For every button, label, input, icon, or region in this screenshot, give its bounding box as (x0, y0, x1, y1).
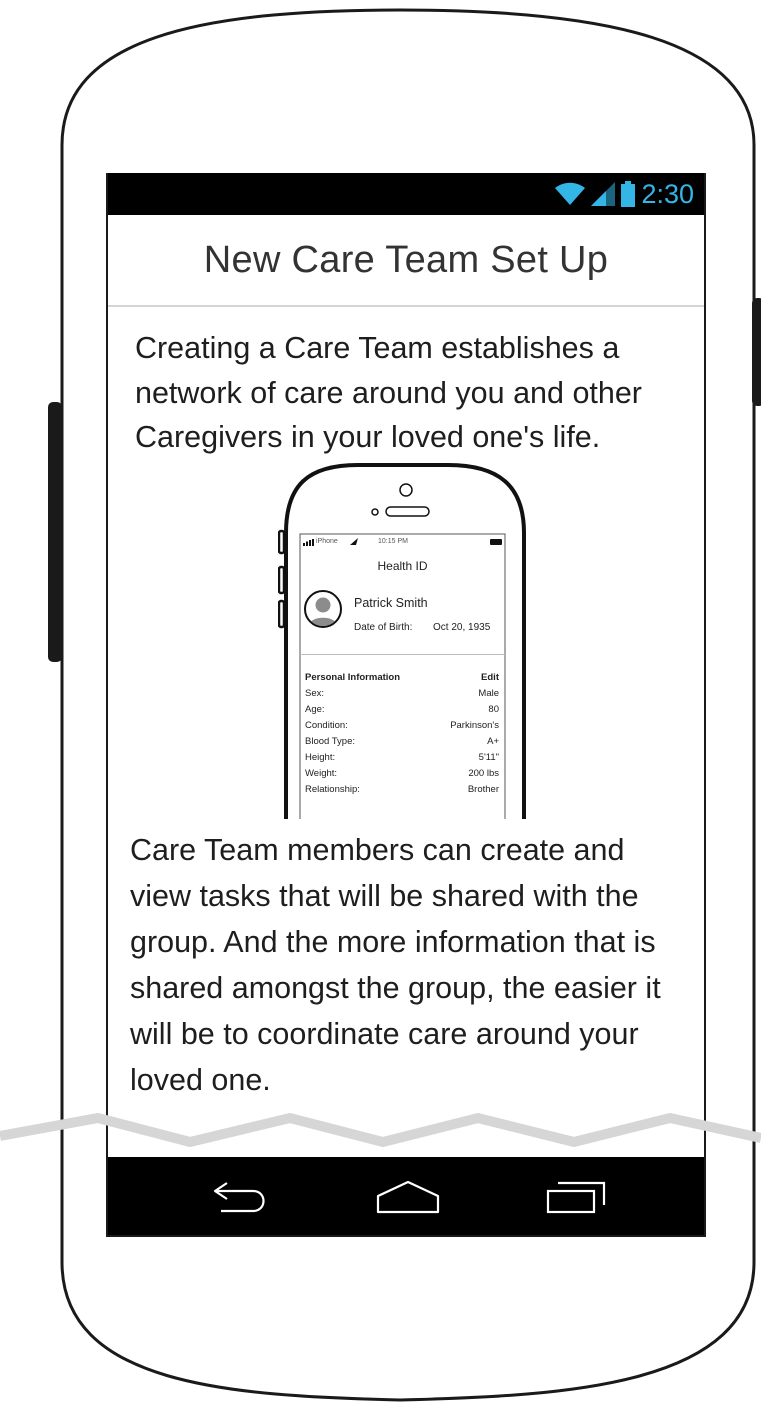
info-label: Height: (305, 752, 336, 763)
iphone-screen: iPhone 10:15 PM Health ID Patrick Smith … (300, 534, 505, 819)
personal-info-table: Personal Information Edit Sex: Male Age:… (300, 672, 505, 800)
info-value: Parkinson's (450, 720, 499, 731)
info-value: 200 lbs (468, 768, 499, 779)
info-label: Blood Type: (305, 736, 356, 747)
health-id-title: Health ID (377, 559, 428, 573)
info-row: Sex: Male (300, 688, 505, 704)
wifi-icon (350, 538, 358, 545)
sensor-dot (371, 508, 379, 516)
torn-edge-divider (0, 1112, 761, 1148)
divider (300, 654, 505, 655)
info-label: Weight: (305, 768, 338, 779)
avatar (304, 590, 342, 628)
signal-icon (591, 182, 616, 206)
front-camera (399, 483, 413, 497)
info-row: Blood Type: A+ (300, 736, 505, 752)
status-time: 2:30 (641, 179, 694, 209)
info-row: Weight: 200 lbs (300, 768, 505, 784)
dob-value: Oct 20, 1935 (433, 622, 491, 633)
earpiece (385, 506, 430, 517)
nav-bar (108, 1157, 704, 1235)
iphone-status-bar: iPhone 10:15 PM (300, 538, 505, 548)
home-icon[interactable] (375, 1179, 441, 1215)
info-label: Relationship: (305, 784, 360, 795)
info-row: Height: 5'11" (300, 752, 505, 768)
intro-text: Creating a Care Team establishes a netwo… (135, 331, 642, 454)
section-header: Personal Information Edit (300, 672, 505, 688)
info-label: Condition: (305, 720, 348, 731)
volume-button (48, 402, 62, 662)
wifi-icon (555, 182, 586, 205)
iphone-time: 10:15 PM (378, 538, 408, 545)
back-icon[interactable] (211, 1179, 269, 1215)
section-title: Personal Information (305, 672, 401, 683)
person-silhouette-icon (309, 597, 337, 626)
info-value: Brother (467, 784, 499, 795)
phone-illustration: iPhone 10:15 PM Health ID Patrick Smith … (278, 463, 528, 819)
power-button (752, 298, 761, 406)
info-row: Age: 80 (300, 704, 505, 720)
battery-icon (621, 181, 636, 207)
iphone-carrier: iPhone (316, 538, 338, 545)
patient-name: Patrick Smith (354, 596, 428, 610)
status-bar: 2:30 (108, 173, 704, 215)
info-value: 5'11" (478, 752, 499, 763)
screen: 2:30 New Care Team Set Up Creating a Car… (106, 173, 706, 1237)
members-text: Care Team members can create and view ta… (130, 833, 661, 1097)
battery-icon (490, 539, 502, 545)
dob-label: Date of Birth: (354, 622, 413, 633)
recent-apps-icon[interactable] (544, 1179, 608, 1215)
info-row: Relationship: Brother (300, 784, 505, 800)
info-label: Age: (305, 704, 325, 715)
info-value: 80 (488, 704, 499, 715)
info-value: Male (478, 688, 499, 699)
signal-bars-icon (303, 539, 314, 546)
info-row: Condition: Parkinson's (300, 720, 505, 736)
info-label: Sex: (305, 688, 325, 699)
app-header: New Care Team Set Up (108, 215, 704, 307)
edit-link[interactable]: Edit (481, 672, 499, 683)
info-value: A+ (487, 736, 499, 747)
page-title: New Care Team Set Up (203, 238, 609, 281)
